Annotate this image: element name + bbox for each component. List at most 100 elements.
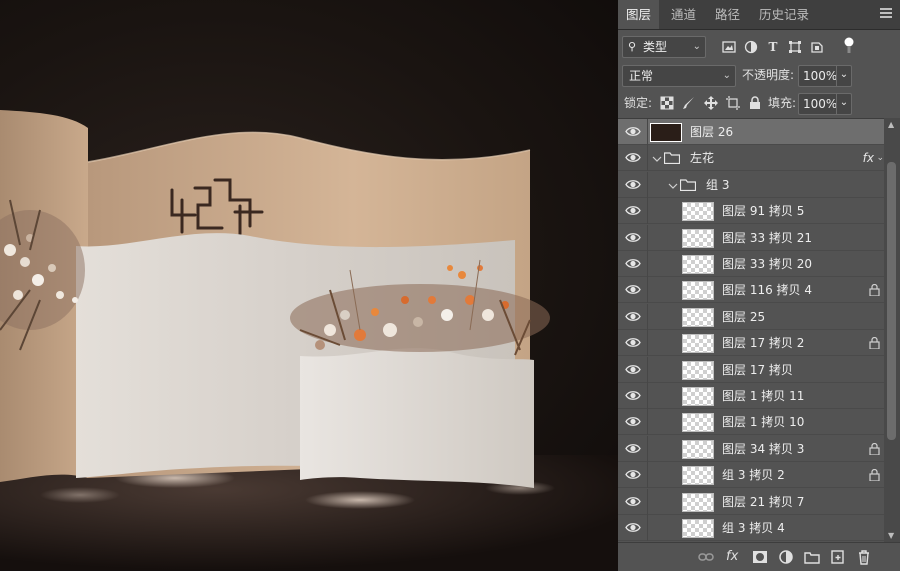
lock-move-icon[interactable] [704,96,718,110]
new-layer-icon[interactable] [830,549,846,565]
chevron-down-icon[interactable]: ⌄ [876,145,884,171]
layer-row[interactable]: 图层 33 拷贝 20 [618,251,884,277]
layer-row[interactable]: 组 3 拷贝 2 [618,462,884,489]
layer-name[interactable]: 图层 33 拷贝 20 [722,251,812,277]
tab-channels[interactable]: 通道 [663,0,704,29]
opacity-label: 不透明度: [742,68,795,82]
visibility-eye-icon[interactable] [625,257,641,270]
layer-row[interactable]: 图层 116 拷贝 4 [618,277,884,304]
link-layers-icon[interactable] [698,549,714,565]
lock-all-icon[interactable] [748,96,762,110]
layer-name[interactable]: 图层 1 拷贝 11 [722,383,804,409]
delete-layer-icon[interactable] [856,549,872,565]
type-filter-icon[interactable]: T [766,40,780,54]
scrollbar-thumb[interactable] [887,162,896,440]
panel-tab-bar: 图层 通道 路径 历史记录 [618,0,900,30]
opacity-input[interactable]: 100% ⌄ [798,65,852,87]
tab-paths[interactable]: 路径 [707,0,748,29]
eye-column-divider [647,462,648,489]
visibility-eye-icon[interactable] [625,468,641,481]
lock-transparent-icon[interactable] [660,96,674,110]
chevron-down-icon[interactable]: ⌄ [836,93,851,115]
adjustment-filter-icon[interactable] [744,40,758,54]
layer-name[interactable]: 图层 21 拷贝 7 [722,489,804,515]
fill-input[interactable]: 100% ⌄ [798,93,852,115]
smart-object-filter-icon[interactable] [810,40,824,54]
lock-paint-icon[interactable] [682,96,696,110]
chevron-down-icon[interactable]: ⌄ [836,65,851,87]
shape-filter-icon[interactable] [788,40,802,54]
visibility-eye-icon[interactable] [625,204,641,217]
layer-row[interactable]: 图层 1 拷贝 10 [618,409,884,436]
chevron-down-icon[interactable] [652,153,662,163]
layer-thumbnail [682,307,714,327]
layer-name[interactable]: 组 3 拷贝 4 [722,515,785,541]
layers-scrollbar[interactable]: ▲ ▼ [884,118,900,542]
layer-group-row[interactable]: 左花 fx ⌄ [618,145,884,172]
chevron-down-icon[interactable] [668,180,678,190]
layer-thumbnail [682,360,714,380]
layer-thumbnail [682,387,714,406]
visibility-eye-icon[interactable] [625,125,641,138]
layer-name[interactable]: 组 3 拷贝 2 [722,462,785,488]
layer-row[interactable]: 图层 25 [618,303,884,330]
layer-fx-badge[interactable]: fx [863,145,874,171]
visibility-eye-icon[interactable] [625,389,641,402]
layer-name[interactable]: 图层 1 拷贝 10 [722,409,804,435]
folder-icon [663,152,681,165]
layer-name[interactable]: 图层 17 拷贝 [722,357,793,383]
tab-layers[interactable]: 图层 [618,0,660,29]
add-mask-icon[interactable] [752,549,768,565]
eye-column-divider [647,435,648,462]
visibility-eye-icon[interactable] [625,231,641,244]
layer-name[interactable]: 图层 91 拷贝 5 [722,198,804,224]
visibility-eye-icon[interactable] [625,310,641,323]
eye-column-divider [647,330,648,357]
layer-row[interactable]: 图层 33 拷贝 21 [618,224,884,251]
layers-list: 图层 26 左花 fx ⌄ 组 3 图层 91 拷贝 5 图层 33 拷贝 21 图层 33 … [618,118,884,543]
visibility-eye-icon[interactable] [625,521,641,534]
layer-name[interactable]: 图层 17 拷贝 2 [722,330,804,356]
filter-kind-dropdown[interactable]: ⚲ 类型 ⌄ [622,36,706,58]
layer-row[interactable]: 图层 21 拷贝 7 [618,488,884,515]
layer-name[interactable]: 图层 33 拷贝 21 [722,225,812,251]
layer-row[interactable]: 图层 17 拷贝 2 [618,330,884,357]
new-group-icon[interactable] [804,549,820,565]
panel-menu-icon[interactable] [880,8,892,18]
image-filter-icon[interactable] [722,40,736,54]
tab-history[interactable]: 历史记录 [751,0,817,29]
visibility-eye-icon[interactable] [625,178,641,191]
blend-mode-dropdown[interactable]: 正常 ⌄ [622,65,736,87]
fill-label: 填充: [768,96,797,110]
chevron-down-icon: ⌄ [692,41,701,52]
add-style-icon[interactable]: fx [726,549,742,565]
layer-name[interactable]: 图层 116 拷贝 4 [722,277,812,303]
visibility-eye-icon[interactable] [625,495,641,508]
visibility-eye-icon[interactable] [625,283,641,296]
document-canvas[interactable] [0,0,618,570]
layer-name[interactable]: 图层 26 [690,119,733,145]
filter-toggle-icon[interactable] [842,37,856,53]
visibility-eye-icon[interactable] [625,151,641,164]
lock-icon [869,442,880,456]
layer-row[interactable]: 图层 26 [618,119,884,145]
new-adjustment-icon[interactable] [778,549,794,565]
lock-artboard-icon[interactable] [726,96,740,110]
layer-row[interactable]: 图层 91 拷贝 5 [618,198,884,225]
visibility-eye-icon[interactable] [625,442,641,455]
layer-row[interactable]: 组 3 拷贝 4 [618,515,884,541]
layer-row[interactable]: 图层 34 拷贝 3 [618,435,884,462]
layer-name[interactable]: 图层 25 [722,304,765,330]
scroll-up-icon[interactable]: ▲ [888,120,894,129]
layer-thumbnail [682,439,714,459]
layer-name[interactable]: 图层 34 拷贝 3 [722,436,804,462]
layer-row[interactable]: 图层 17 拷贝 [618,356,884,383]
layer-row[interactable]: 图层 1 拷贝 11 [618,383,884,409]
layer-name[interactable]: 组 3 [706,172,729,198]
visibility-eye-icon[interactable] [625,415,641,428]
scroll-down-icon[interactable]: ▼ [888,531,894,540]
visibility-eye-icon[interactable] [625,336,641,349]
layer-name[interactable]: 左花 [690,145,714,171]
visibility-eye-icon[interactable] [625,363,641,376]
layer-group-row[interactable]: 组 3 [618,171,884,198]
